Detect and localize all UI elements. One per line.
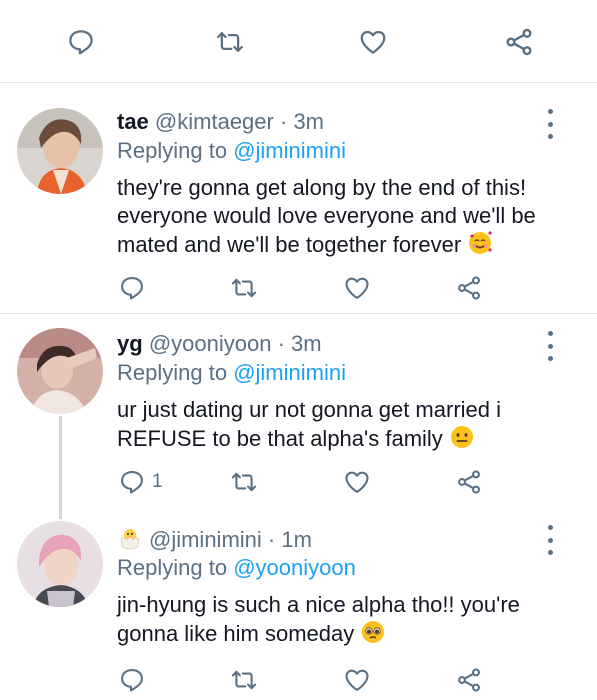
share-button[interactable]	[455, 268, 483, 308]
heart-icon	[345, 277, 369, 299]
like-button[interactable]	[343, 268, 371, 308]
tweet-text: jin-hyung is such a nice alpha tho!! you…	[117, 591, 537, 652]
handle[interactable]: @jiminimini	[149, 527, 262, 552]
tweet-text: they're gonna get along by the end of th…	[117, 174, 557, 263]
tweet-action-bar	[0, 660, 597, 700]
reply-tweet[interactable]: yg @yooniyoon · 3m Replying to @jiminimi…	[0, 314, 597, 519]
retweet-icon	[231, 278, 257, 298]
reply-icon	[121, 471, 143, 494]
timestamp[interactable]: 3m	[293, 109, 324, 134]
heart-icon	[345, 669, 369, 691]
share-button[interactable]	[455, 660, 483, 700]
more-options-button[interactable]	[544, 331, 556, 361]
tweet-header: @jiminimini · 1m	[117, 525, 312, 557]
replying-prefix: Replying to	[117, 138, 228, 163]
reply-button[interactable]	[118, 660, 146, 700]
neutral-face-icon	[449, 424, 475, 457]
reply-tweet[interactable]: @jiminimini · 1m Replying to @yooniyoon …	[0, 505, 597, 700]
share-icon	[458, 470, 480, 494]
reply-icon	[121, 669, 143, 692]
like-button[interactable]	[343, 660, 371, 700]
mention-link[interactable]: @jiminimini	[233, 360, 346, 385]
more-options-button[interactable]	[544, 525, 556, 555]
separator: ·	[277, 331, 285, 356]
more-options-button[interactable]	[544, 109, 556, 139]
tweet-action-bar: 1	[0, 462, 597, 502]
display-name[interactable]: tae	[117, 109, 149, 134]
share-icon	[506, 28, 532, 56]
tweet-text-content: jin-hyung is such a nice alpha tho!! you…	[117, 592, 520, 646]
share-button[interactable]	[503, 22, 535, 62]
like-button[interactable]	[358, 22, 388, 62]
timestamp[interactable]: 1m	[281, 527, 312, 552]
reply-count: 1	[152, 471, 163, 492]
retweet-icon	[231, 472, 257, 492]
retweet-icon	[217, 32, 243, 52]
like-button[interactable]	[343, 462, 371, 502]
tweet-text: ur just dating ur not gonna get married …	[117, 396, 537, 457]
share-button[interactable]	[455, 462, 483, 502]
parent-tweet-action-bar	[0, 22, 597, 62]
timestamp[interactable]: 3m	[291, 331, 322, 356]
avatar[interactable]	[17, 328, 103, 414]
retweet-button[interactable]	[230, 660, 258, 700]
pleading-face-icon	[360, 619, 386, 652]
retweet-icon	[231, 670, 257, 690]
reply-icon	[69, 30, 93, 55]
reply-button[interactable]: 1	[118, 462, 163, 502]
tweet-action-bar	[0, 268, 597, 308]
avatar[interactable]	[17, 108, 103, 194]
reply-button[interactable]	[118, 268, 146, 308]
heart-icon	[345, 471, 369, 493]
replying-to: Replying to @jiminimini	[117, 138, 346, 164]
share-icon	[458, 668, 480, 692]
handle[interactable]: @yooniyoon	[149, 331, 272, 356]
reply-icon	[121, 277, 143, 300]
reply-tweet[interactable]: tae @kimtaeger · 3m Replying to @jiminim…	[0, 83, 597, 313]
replying-prefix: Replying to	[117, 555, 228, 580]
retweet-button[interactable]	[230, 462, 258, 502]
retweet-button[interactable]	[215, 22, 245, 62]
replying-prefix: Replying to	[117, 360, 228, 385]
separator: ·	[279, 109, 288, 134]
replying-to: Replying to @jiminimini	[117, 360, 346, 386]
tweet-header: tae @kimtaeger · 3m	[117, 109, 324, 135]
handle[interactable]: @kimtaeger	[155, 109, 274, 134]
mention-link[interactable]: @jiminimini	[233, 138, 346, 163]
smiling-face-with-hearts-icon	[467, 230, 493, 263]
retweet-button[interactable]	[230, 268, 258, 308]
heart-icon	[360, 30, 386, 54]
separator: ·	[267, 527, 276, 552]
replying-to: Replying to @yooniyoon	[117, 555, 356, 581]
tweet-text-content: ur just dating ur not gonna get married …	[117, 397, 502, 451]
display-name[interactable]: yg	[117, 331, 143, 356]
hatching-chick-icon	[117, 525, 143, 557]
avatar[interactable]	[17, 521, 103, 607]
share-icon	[458, 276, 480, 300]
tweet-header: yg @yooniyoon · 3m	[117, 331, 322, 357]
mention-link[interactable]: @yooniyoon	[233, 555, 356, 580]
reply-button[interactable]	[66, 22, 96, 62]
